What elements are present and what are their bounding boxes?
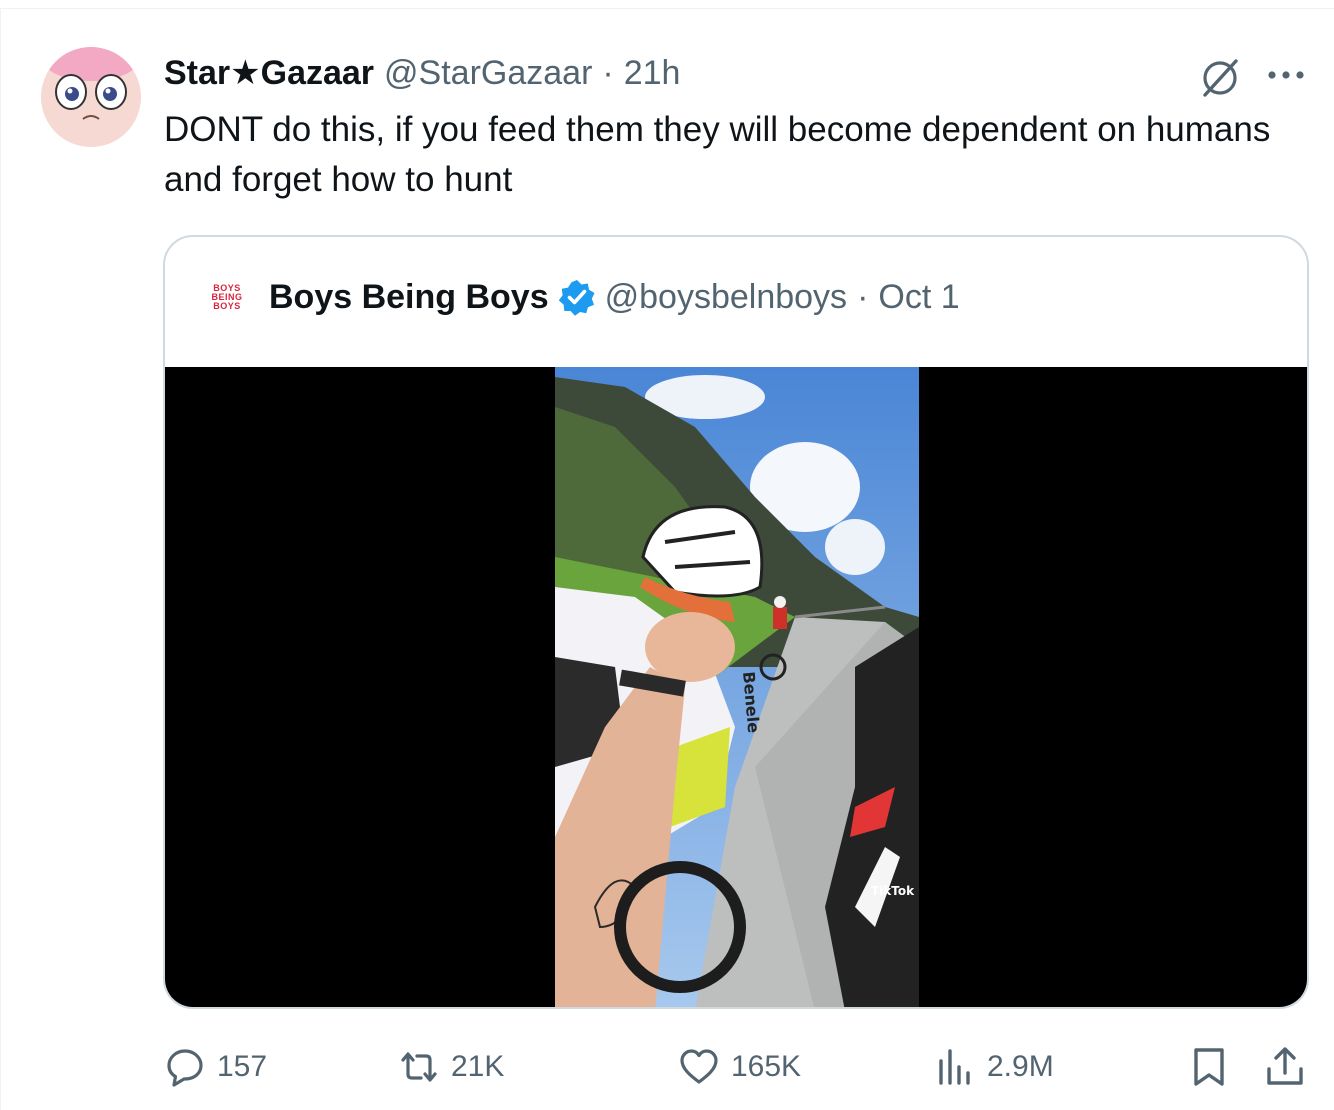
avatar[interactable] — [41, 47, 141, 147]
quoted-date[interactable]: Oct 1 — [878, 277, 959, 317]
quoted-tweet-header: BOYS BEING BOYS Boys Being Boys @boysbel… — [205, 277, 959, 317]
header-separator: · — [602, 54, 614, 92]
repost-button[interactable]: 21K — [397, 1039, 504, 1095]
quoted-video[interactable]: Benele TikTok — [165, 367, 1307, 1007]
more-icon[interactable] — [1263, 57, 1309, 93]
verified-badge-icon — [558, 280, 595, 316]
author-handle[interactable]: @StarGazaar — [384, 53, 592, 93]
reply-count: 157 — [217, 1050, 268, 1083]
share-button[interactable] — [1263, 1039, 1317, 1095]
logo-line: BOYS — [213, 300, 241, 311]
reply-icon — [167, 1049, 203, 1087]
views-count: 2.9M — [987, 1050, 1054, 1083]
quoted-author-name[interactable]: Boys Being Boys — [269, 277, 549, 317]
tweet-timestamp[interactable]: 21h — [624, 53, 681, 93]
quoted-author-handle[interactable]: @boysbelnboys — [605, 277, 847, 317]
views-icon — [939, 1049, 970, 1085]
quoted-tweet[interactable]: BOYS BEING BOYS Boys Being Boys @boysbel… — [163, 235, 1309, 1009]
like-icon — [680, 1049, 718, 1084]
like-button[interactable]: 165K — [677, 1039, 801, 1095]
quoted-author-logo[interactable]: BOYS BEING BOYS — [205, 282, 249, 312]
action-bar: 157 21K 165K 2.9M — [1, 1039, 1334, 1095]
share-icon — [1267, 1047, 1303, 1085]
reply-button[interactable]: 157 — [163, 1039, 267, 1095]
views-button[interactable]: 2.9M — [933, 1039, 1054, 1095]
bookmark-icon — [1194, 1048, 1224, 1086]
video-frame: Benele TikTok — [555, 367, 919, 1007]
grok-icon[interactable] — [1197, 55, 1243, 101]
tweet-header: Star★Gazaar @StarGazaar · 21h — [164, 53, 680, 93]
repost-icon — [401, 1052, 437, 1082]
quoted-separator: · — [857, 278, 869, 316]
author-name[interactable]: Star★Gazaar — [164, 53, 374, 93]
tweet-text: DONT do this, if you feed them they will… — [164, 110, 1271, 199]
repost-count: 21K — [451, 1050, 505, 1083]
like-count: 165K — [731, 1050, 802, 1083]
tweet-card[interactable]: Star★Gazaar @StarGazaar · 21h DONT do th… — [0, 8, 1334, 1110]
tiktok-watermark: TikTok — [871, 884, 915, 898]
bookmark-button[interactable] — [1187, 1039, 1241, 1095]
